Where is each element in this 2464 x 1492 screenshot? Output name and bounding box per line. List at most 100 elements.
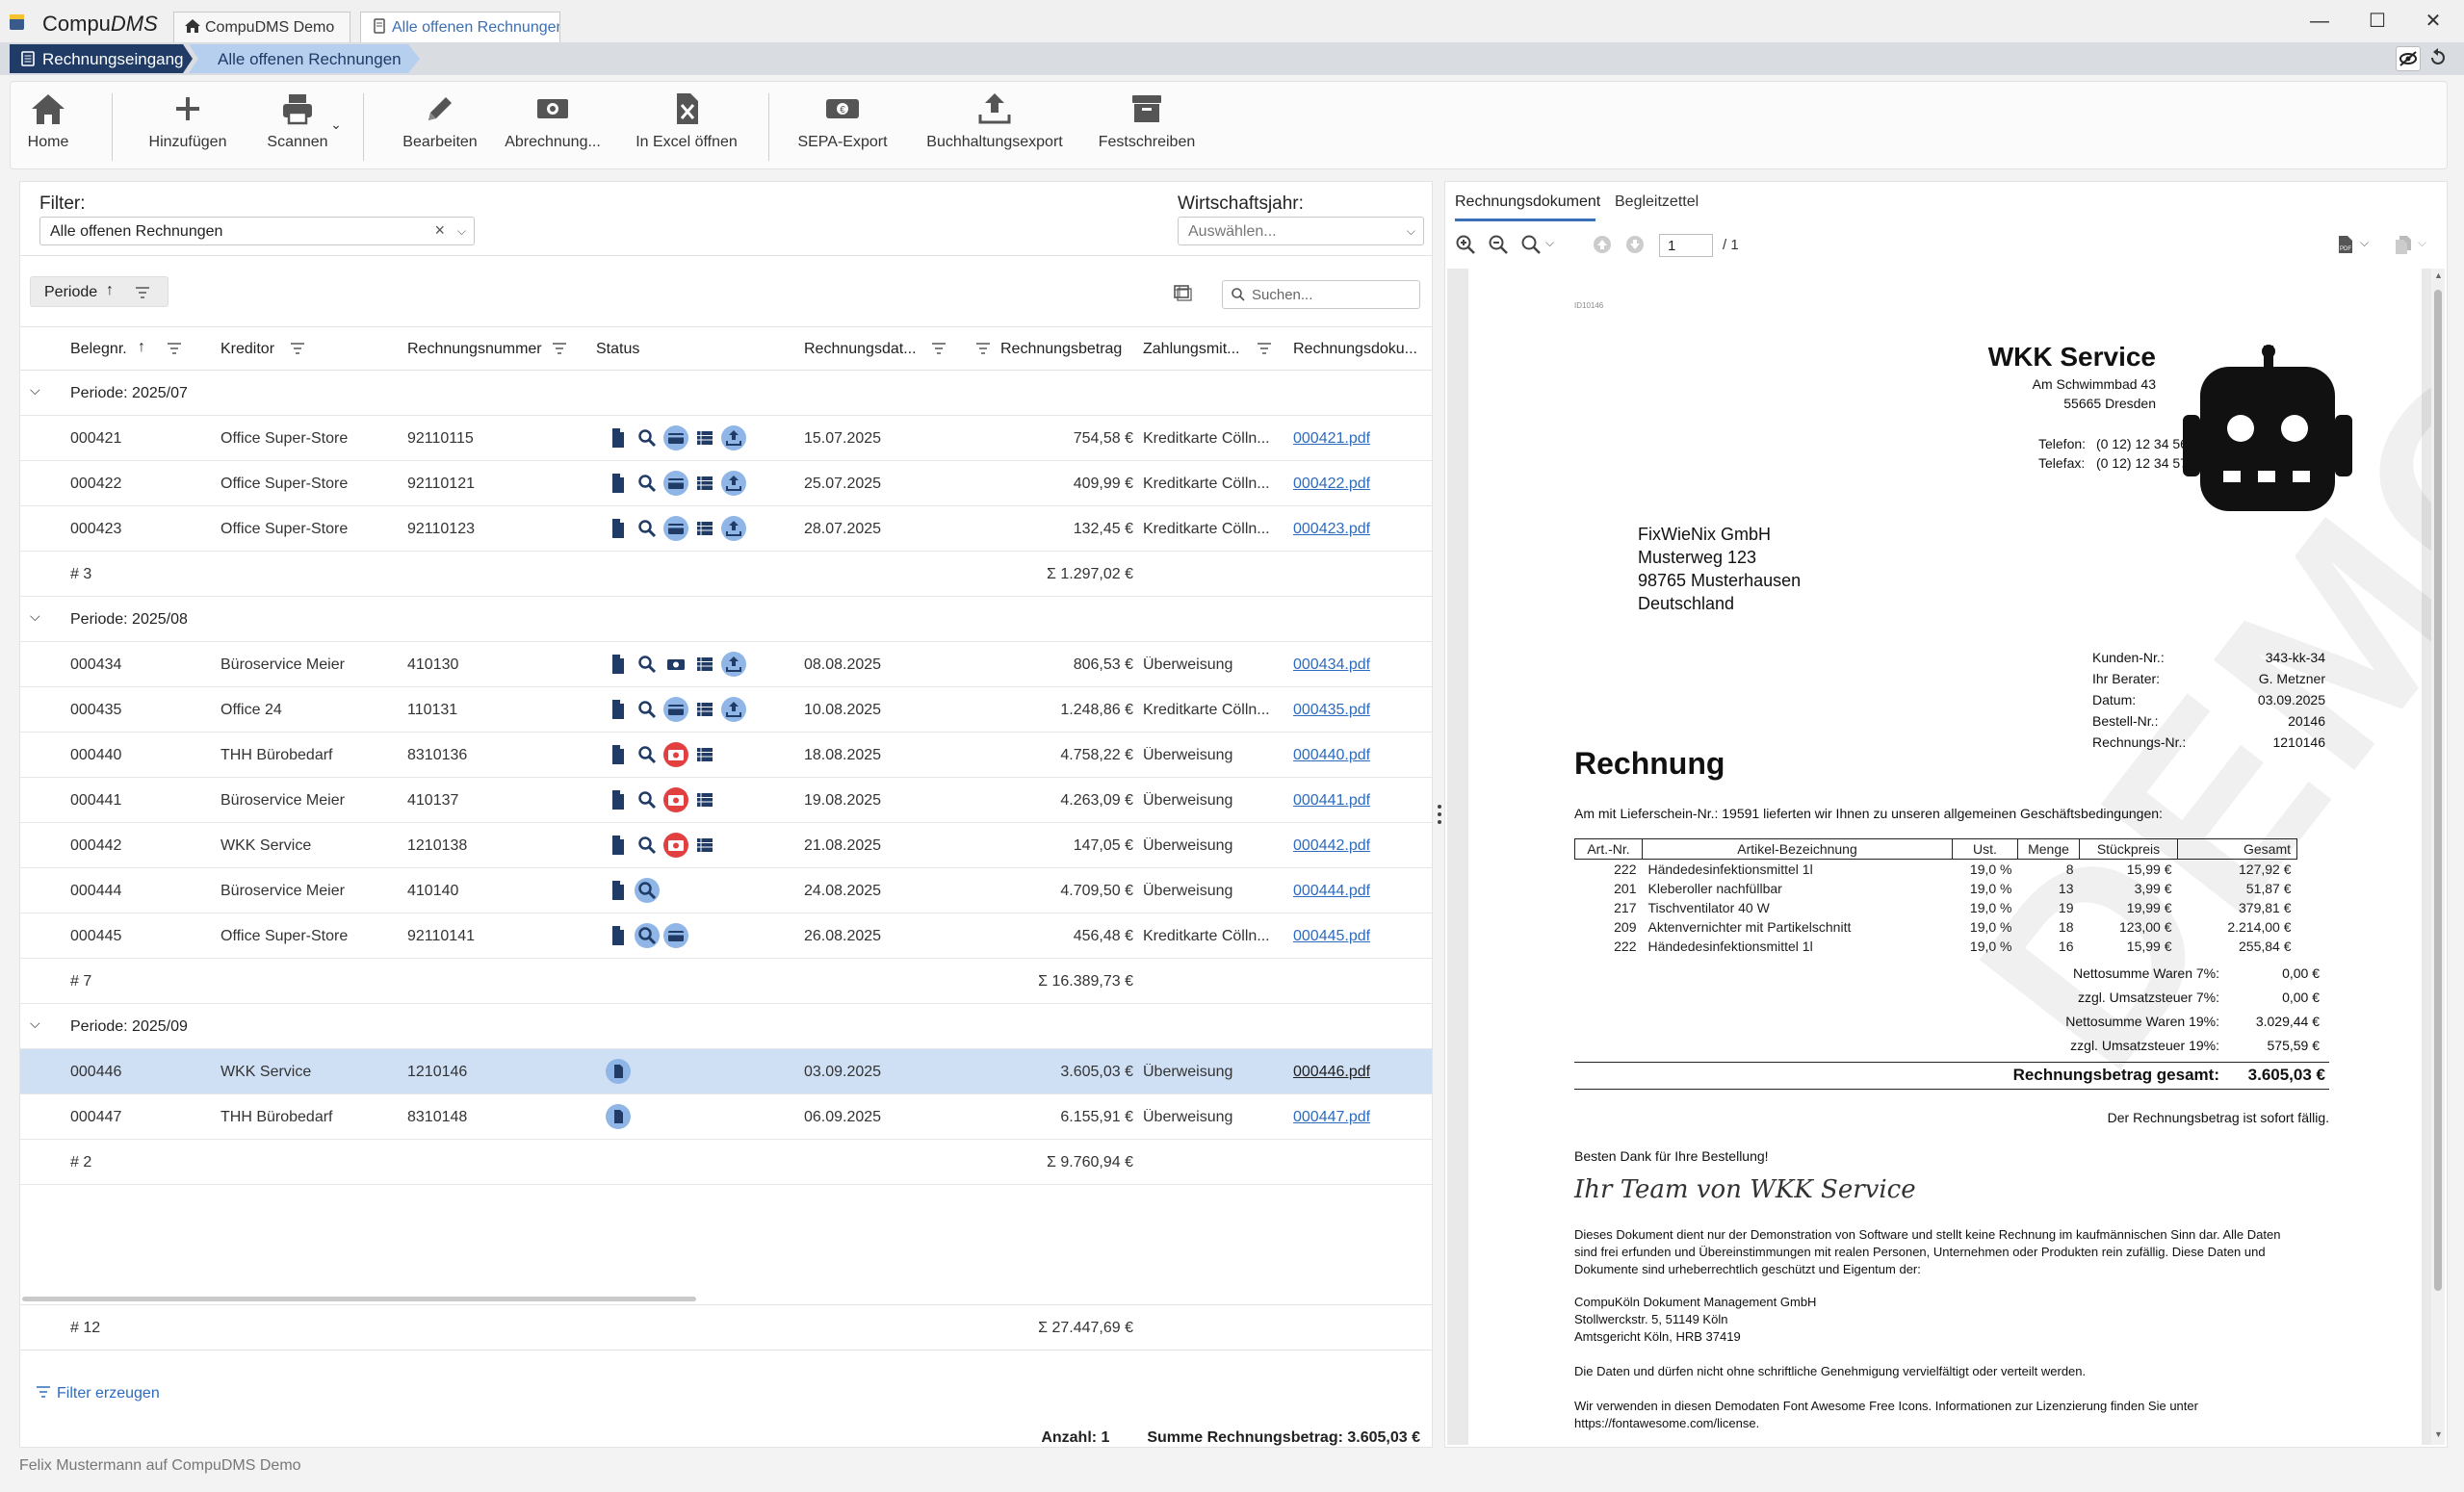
- document-link[interactable]: 000421.pdf: [1293, 430, 1370, 448]
- scan-dropdown-chevron-icon[interactable]: ⌄: [326, 116, 346, 136]
- table-row[interactable]: 000423 Office Super-Store 92110123 28.07.20…: [20, 506, 1432, 552]
- payment-pending-icon[interactable]: [663, 833, 688, 858]
- export-icon[interactable]: [721, 471, 746, 496]
- table-row[interactable]: 000447 THH Bürobedarf 8310148 06.09.2025 6.1…: [20, 1094, 1432, 1140]
- export-icon[interactable]: [721, 652, 746, 677]
- document-icon[interactable]: [606, 516, 631, 541]
- group-by-chip[interactable]: Periode ↑: [30, 276, 169, 307]
- review-icon[interactable]: [635, 923, 660, 948]
- document-link[interactable]: 000441.pdf: [1293, 792, 1370, 810]
- page-number-input[interactable]: 1: [1659, 234, 1713, 257]
- clear-icon[interactable]: ×: [434, 220, 445, 241]
- ledger-icon[interactable]: [692, 742, 717, 767]
- sort-ascending-icon[interactable]: ↑: [106, 282, 114, 299]
- document-icon[interactable]: [606, 1104, 631, 1129]
- hide-icon[interactable]: [2396, 46, 2421, 71]
- vertical-scrollbar[interactable]: ▲ ▼: [2431, 269, 2445, 1445]
- document-icon[interactable]: [606, 471, 631, 496]
- payment-icon[interactable]: [663, 652, 688, 677]
- tab-compudms-demo[interactable]: CompuDMS Demo: [173, 12, 350, 42]
- tab-begleitzettel[interactable]: Begleitzettel: [1615, 193, 1699, 211]
- column-header-status[interactable]: Status: [596, 341, 639, 358]
- zoom-options-icon[interactable]: [1520, 234, 1542, 255]
- ledger-icon[interactable]: [692, 652, 717, 677]
- table-row[interactable]: 000442 WKK Service 1210138 21.08.2025 147,05…: [20, 823, 1432, 868]
- document-link[interactable]: 000435.pdf: [1293, 702, 1370, 719]
- filter-icon[interactable]: [552, 341, 567, 356]
- document-icon[interactable]: [606, 1059, 631, 1084]
- document-link[interactable]: 000447.pdf: [1293, 1109, 1370, 1126]
- document-link[interactable]: 000434.pdf: [1293, 656, 1370, 674]
- group-header-row[interactable]: ⌵ Periode: 2025/08: [20, 597, 1432, 642]
- search-input[interactable]: Suchen...: [1222, 280, 1420, 309]
- column-header-belegnr[interactable]: Belegnr.: [70, 341, 127, 358]
- document-icon[interactable]: [606, 652, 631, 677]
- panel-splitter-handle[interactable]: [1437, 803, 1442, 826]
- zoom-in-icon[interactable]: [1455, 234, 1476, 255]
- document-link[interactable]: 000446.pdf: [1293, 1064, 1370, 1081]
- tab-rechnungsdokument[interactable]: Rechnungsdokument: [1455, 193, 1600, 211]
- ledger-icon[interactable]: [692, 833, 717, 858]
- chevron-down-icon[interactable]: ⌵: [2418, 236, 2426, 250]
- review-icon[interactable]: [635, 425, 660, 450]
- scrollbar-thumb[interactable]: [2434, 290, 2442, 1291]
- finalize-button[interactable]: Festschreiben: [1089, 90, 1205, 167]
- scroll-down-icon[interactable]: ▼: [2434, 1429, 2443, 1439]
- column-header-kreditor[interactable]: Kreditor: [220, 341, 274, 358]
- column-chooser-icon[interactable]: [1172, 282, 1193, 303]
- document-icon[interactable]: [606, 742, 631, 767]
- filter-icon[interactable]: [135, 286, 150, 299]
- filter-icon[interactable]: [1257, 341, 1272, 356]
- document-icon[interactable]: [606, 923, 631, 948]
- open-in-excel-button[interactable]: In Excel öffnen: [627, 90, 746, 167]
- chevron-down-icon[interactable]: ⌵: [30, 1016, 40, 1032]
- document-icon[interactable]: [606, 697, 631, 722]
- document-icon[interactable]: [606, 425, 631, 450]
- review-icon[interactable]: [635, 833, 660, 858]
- horizontal-scrollbar[interactable]: [22, 1297, 696, 1301]
- review-icon[interactable]: [635, 516, 660, 541]
- document-link[interactable]: 000423.pdf: [1293, 521, 1370, 538]
- previous-page-icon[interactable]: [1592, 234, 1613, 255]
- document-icon[interactable]: [606, 878, 631, 903]
- filter-select[interactable]: Alle offenen Rechnungen × ⌵: [39, 217, 475, 245]
- payment-pending-icon[interactable]: [663, 742, 688, 767]
- document-canvas[interactable]: DEMO ID10146 WKK Service Am Schwimmbad 4…: [1447, 269, 2435, 1445]
- credit-card-icon[interactable]: [663, 425, 688, 450]
- chevron-down-icon[interactable]: ⌵: [2360, 236, 2369, 250]
- ledger-icon[interactable]: [692, 787, 717, 812]
- review-icon[interactable]: [635, 878, 660, 903]
- document-link[interactable]: 000440.pdf: [1293, 747, 1370, 764]
- breadcrumb-item-rechnungseingang[interactable]: Rechnungseingang: [10, 44, 193, 73]
- minimize-button[interactable]: —: [2305, 8, 2334, 35]
- review-icon[interactable]: [635, 652, 660, 677]
- next-page-icon[interactable]: [1624, 234, 1646, 255]
- ledger-icon[interactable]: [692, 697, 717, 722]
- create-filter-link[interactable]: Filter erzeugen: [36, 1385, 160, 1402]
- filter-icon[interactable]: [931, 341, 947, 356]
- zoom-out-icon[interactable]: [1488, 234, 1509, 255]
- breadcrumb-item-current[interactable]: Alle offenen Rechnungen: [189, 44, 420, 73]
- table-row[interactable]: 000440 THH Bürobedarf 8310136 18.08.2025 4.7…: [20, 733, 1432, 778]
- review-icon[interactable]: [635, 471, 660, 496]
- chevron-down-icon[interactable]: ⌵: [30, 608, 40, 625]
- scroll-up-icon[interactable]: ▲: [2434, 270, 2443, 280]
- chevron-down-icon[interactable]: ⌵: [30, 382, 40, 399]
- table-row[interactable]: 000441 Büroservice Meier 410137 19.08.2025 4…: [20, 778, 1432, 823]
- table-row[interactable]: 000435 Office 24 110131 10.08.2025 1.248,86 …: [20, 687, 1432, 733]
- export-icon[interactable]: [721, 425, 746, 450]
- export-icon[interactable]: [721, 697, 746, 722]
- credit-card-icon[interactable]: [663, 923, 688, 948]
- home-button[interactable]: Home: [14, 90, 82, 167]
- table-row[interactable]: 000422 Office Super-Store 92110121 25.07.20…: [20, 461, 1432, 506]
- column-header-rechnungsnummer[interactable]: Rechnungsnummer: [407, 341, 542, 358]
- ledger-icon[interactable]: [692, 471, 717, 496]
- document-icon[interactable]: [606, 833, 631, 858]
- table-row[interactable]: 000421 Office Super-Store 92110115 15.07.20…: [20, 416, 1432, 461]
- document-link[interactable]: 000422.pdf: [1293, 476, 1370, 493]
- review-icon[interactable]: [635, 697, 660, 722]
- column-header-rechnungsdatum[interactable]: Rechnungsdat...: [804, 341, 917, 358]
- pdf-download-icon[interactable]: PDF: [2335, 234, 2356, 255]
- edit-button[interactable]: Bearbeiten: [394, 90, 486, 167]
- payment-pending-icon[interactable]: [663, 787, 688, 812]
